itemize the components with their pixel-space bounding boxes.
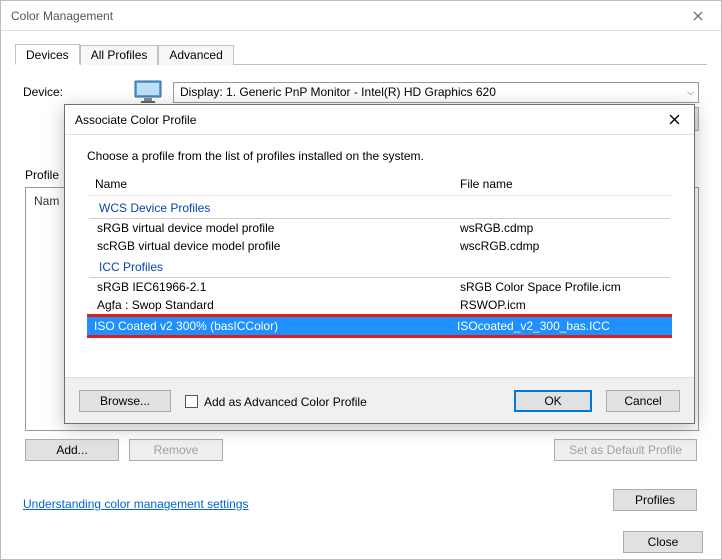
dialog-body: Choose a profile from the list of profil…: [65, 135, 694, 377]
profile-list[interactable]: Name File name WCS Device Profiles sRGB …: [87, 175, 672, 377]
device-label: Device:: [23, 85, 133, 99]
tab-devices[interactable]: Devices: [15, 44, 80, 65]
list-item[interactable]: sRGB virtual device model profile wsRGB.…: [87, 219, 672, 237]
chevron-down-icon: ⌵: [687, 87, 694, 98]
column-file-header[interactable]: File name: [460, 177, 672, 191]
list-item[interactable]: Agfa : Swop Standard RSWOP.icm: [87, 296, 672, 314]
selection-highlight: ISO Coated v2 300% (basICColor) ISOcoate…: [87, 314, 672, 338]
tab-advanced[interactable]: Advanced: [158, 45, 233, 65]
close-icon: [693, 11, 703, 21]
close-button[interactable]: Close: [623, 531, 703, 553]
profile-list-header[interactable]: Name File name: [87, 175, 672, 196]
device-select[interactable]: Display: 1. Generic PnP Monitor - Intel(…: [173, 82, 699, 103]
window-close-button[interactable]: [675, 1, 721, 31]
tab-all-profiles[interactable]: All Profiles: [80, 45, 159, 65]
group-wcs: WCS Device Profiles: [89, 198, 670, 219]
ok-button[interactable]: OK: [514, 390, 592, 412]
set-default-profile-button: Set as Default Profile: [554, 439, 697, 461]
dialog-title: Associate Color Profile: [75, 113, 196, 127]
checkbox-icon: [185, 395, 198, 408]
dialog-subtitle: Choose a profile from the list of profil…: [87, 149, 672, 163]
titlebar: Color Management: [1, 1, 721, 31]
list-item-selected[interactable]: ISO Coated v2 300% (basICColor) ISOcoate…: [87, 317, 672, 335]
list-item[interactable]: scRGB virtual device model profile wscRG…: [87, 237, 672, 255]
monitor-icon: [133, 79, 163, 105]
dialog-footer: Browse... Add as Advanced Color Profile …: [65, 377, 694, 423]
tab-strip: Devices All Profiles Advanced: [15, 43, 707, 65]
browse-button[interactable]: Browse...: [79, 390, 171, 412]
list-item[interactable]: sRGB IEC61966-2.1 sRGB Color Space Profi…: [87, 278, 672, 296]
device-row: Device: Display: 1. Generic PnP Monitor …: [23, 79, 699, 105]
profiles-section-label: Profile: [25, 168, 59, 182]
help-link[interactable]: Understanding color management settings: [23, 497, 248, 511]
group-icc: ICC Profiles: [89, 257, 670, 278]
profiles-button[interactable]: Profiles: [613, 489, 697, 511]
column-name-header[interactable]: Name: [95, 177, 460, 191]
remove-button: Remove: [129, 439, 223, 461]
dialog-close-button[interactable]: [654, 105, 694, 135]
window-title: Color Management: [11, 9, 113, 23]
device-select-value: Display: 1. Generic PnP Monitor - Intel(…: [180, 85, 496, 99]
dialog-titlebar: Associate Color Profile: [65, 105, 694, 135]
associate-profile-dialog: Associate Color Profile Choose a profile…: [64, 104, 695, 424]
close-icon: [669, 114, 680, 125]
cancel-button[interactable]: Cancel: [606, 390, 680, 412]
add-button[interactable]: Add...: [25, 439, 119, 461]
add-advanced-checkbox[interactable]: Add as Advanced Color Profile: [185, 393, 367, 409]
